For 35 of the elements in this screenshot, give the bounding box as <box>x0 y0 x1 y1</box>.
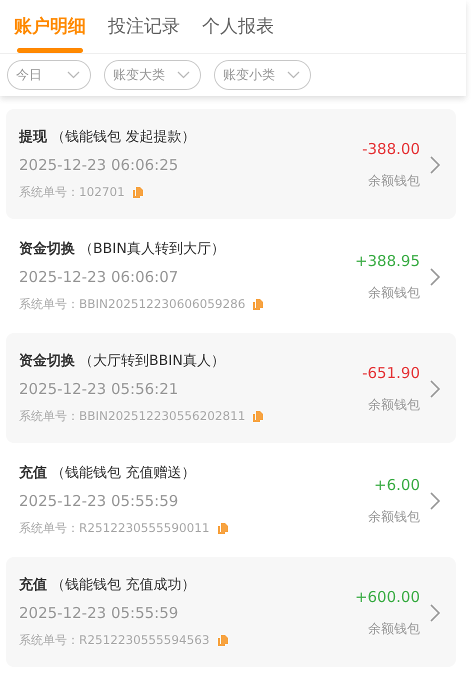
record-type: 充值 <box>19 576 47 594</box>
order-number: 系统单号：R2512230555594563 <box>19 632 210 649</box>
record-note: （钱能钱包 发起提款） <box>51 128 196 146</box>
wallet-label: 余额钱包 <box>368 508 420 526</box>
order-number: 系统单号：R2512230555590011 <box>19 520 210 537</box>
record-note: （钱能钱包 充值赠送） <box>51 464 196 482</box>
amount: +6.00 <box>374 476 420 494</box>
wallet-label: 余额钱包 <box>368 396 420 414</box>
wallet-label: 余额钱包 <box>368 620 420 638</box>
order-number: 系统单号：102701 <box>19 184 125 201</box>
record-note: （BBIN真人转到大厅） <box>79 240 225 258</box>
order-number: 系统单号：BBIN202512230606059286 <box>19 296 246 313</box>
record-card[interactable]: 充值 （钱能钱包 充值成功） 2025-12-23 05:55:59 系统单号：R2512230555594563 +600.00 余额钱包 <box>6 557 456 667</box>
record-time: 2025-12-23 06:06:07 <box>19 268 180 286</box>
record-note: （大厅转到BBIN真人） <box>79 352 225 370</box>
tab[interactable]: 个人报表 <box>202 12 274 53</box>
tab[interactable]: 投注记录 <box>108 12 180 53</box>
record-card[interactable]: 资金切换 （大厅转到BBIN真人） 2025-12-23 05:56:21 系统单号：BBIN202512230556202811 -651.90 余额钱包 <box>6 333 456 443</box>
record-card[interactable]: 提现 （钱能钱包 发起提款） 2025-12-23 06:06:25 系统单号：102701 -388.00 余额钱包 <box>6 109 456 219</box>
record-type: 提现 <box>19 128 47 146</box>
wallet-label: 余额钱包 <box>368 284 420 302</box>
record-time: 2025-12-23 05:56:21 <box>19 380 180 398</box>
record-note: （钱能钱包 充值成功） <box>51 576 196 594</box>
record-time: 2025-12-23 05:55:59 <box>19 492 180 510</box>
wallet-label: 余额钱包 <box>368 172 420 190</box>
amount: +388.95 <box>354 252 420 270</box>
record-type: 充值 <box>19 464 47 482</box>
record-time: 2025-12-23 05:55:59 <box>19 604 180 622</box>
amount: +600.00 <box>354 588 420 606</box>
order-number: 系统单号：BBIN202512230556202811 <box>19 408 246 425</box>
amount: -388.00 <box>362 140 420 158</box>
record-type: 资金切换 <box>19 240 75 258</box>
record-type: 资金切换 <box>19 352 75 370</box>
record-time: 2025-12-23 06:06:25 <box>19 156 180 174</box>
amount: -651.90 <box>362 364 420 382</box>
